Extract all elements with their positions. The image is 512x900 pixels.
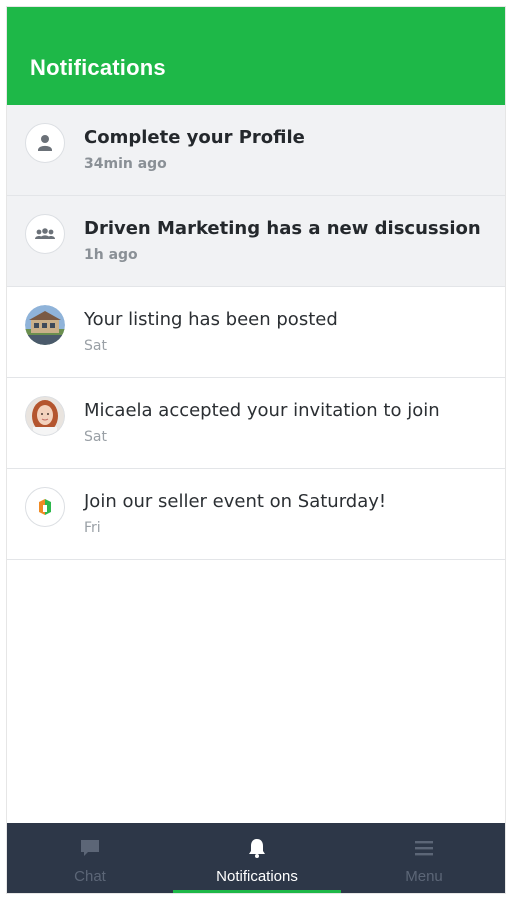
tab-chat[interactable]: Chat bbox=[7, 823, 173, 893]
notification-time: 1h ago bbox=[84, 247, 138, 263]
notification-item-complete-profile[interactable]: Complete your Profile 34min ago bbox=[7, 105, 505, 196]
notification-time: 34min ago bbox=[84, 156, 167, 172]
notification-item-seller-event[interactable]: Join our seller event on Saturday! Fri bbox=[7, 469, 505, 560]
notification-time: Sat bbox=[84, 338, 107, 354]
notification-title: Join our seller event on Saturday! bbox=[84, 491, 387, 512]
bottom-tab-bar: Chat Notifications Menu bbox=[7, 823, 505, 893]
notification-time: Sat bbox=[84, 429, 107, 445]
notification-title: Driven Marketing has a new discussion bbox=[84, 218, 481, 239]
notification-item-micaela-accepted[interactable]: Micaela accepted your invitation to join… bbox=[7, 378, 505, 469]
house-photo-icon bbox=[25, 305, 65, 345]
notification-list: Complete your Profile 34min ago Driven M… bbox=[7, 105, 505, 560]
active-tab-indicator bbox=[173, 890, 341, 893]
notification-item-driven-marketing[interactable]: Driven Marketing has a new discussion 1h… bbox=[7, 196, 505, 287]
brand-logo-icon bbox=[25, 487, 65, 527]
app-header: Notifications bbox=[7, 7, 505, 105]
bell-icon bbox=[249, 839, 265, 858]
tab-label: Notifications bbox=[216, 868, 298, 885]
group-icon bbox=[25, 214, 65, 254]
person-icon bbox=[25, 123, 65, 163]
tab-label: Chat bbox=[74, 868, 106, 885]
notification-item-listing-posted[interactable]: Your listing has been posted Sat bbox=[7, 287, 505, 378]
page-title: Notifications bbox=[30, 55, 166, 80]
notification-time: Fri bbox=[84, 520, 101, 536]
notification-title: Complete your Profile bbox=[84, 127, 305, 148]
notification-title: Micaela accepted your invitation to join bbox=[84, 400, 440, 421]
user-photo-icon bbox=[25, 396, 65, 436]
tab-menu[interactable]: Menu bbox=[341, 823, 505, 893]
app-screen: Notifications Complete your Profile 34mi… bbox=[6, 6, 506, 894]
menu-icon bbox=[415, 841, 433, 856]
chat-icon bbox=[81, 840, 99, 856]
tab-notifications[interactable]: Notifications bbox=[173, 823, 341, 893]
tab-label: Menu bbox=[405, 868, 443, 885]
notification-title: Your listing has been posted bbox=[84, 309, 338, 330]
